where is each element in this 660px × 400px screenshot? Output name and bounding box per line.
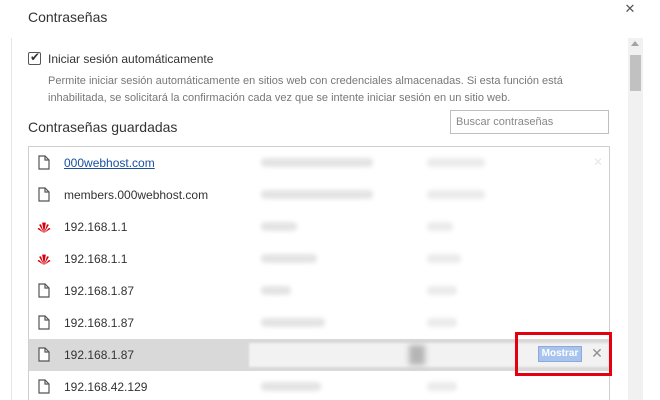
auto-signin-label[interactable]: Iniciar sesión automáticamente [48, 52, 213, 66]
page-icon [38, 155, 50, 170]
site-name: 192.168.1.1 [64, 252, 128, 266]
remove-icon[interactable]: ✕ [593, 155, 603, 169]
scroll-up-arrow-icon[interactable] [631, 41, 639, 46]
password-blurred [427, 222, 453, 231]
password-blurred [427, 382, 457, 391]
table-row[interactable]: 000webhost.com ✕ [29, 147, 609, 179]
site-link[interactable]: 000webhost.com [64, 156, 155, 170]
saved-passwords-title: Contraseñas guardadas [28, 119, 178, 135]
annotation-highlight-box [515, 332, 612, 376]
table-row[interactable]: 192.168.1.1 [29, 243, 609, 275]
username-blurred [261, 382, 321, 391]
passwords-dialog: Contraseñas ✕ ✔ Iniciar sesión automátic… [0, 0, 660, 400]
password-blurred [427, 318, 457, 327]
huawei-logo-icon [37, 222, 51, 233]
site-name: 192.168.42.129 [64, 380, 148, 394]
table-row[interactable]: members.000webhost.com [29, 179, 609, 211]
search-passwords-input[interactable] [450, 110, 609, 134]
scrollbar[interactable] [628, 38, 643, 400]
page-icon [38, 347, 50, 362]
checkmark-icon: ✔ [30, 50, 41, 64]
username-blurred [261, 318, 325, 327]
username-blurred [261, 222, 297, 231]
password-field-blurred [409, 345, 425, 365]
dialog-title: Contraseñas [28, 9, 108, 25]
auto-signin-description: Permite iniciar sesión automáticamente e… [48, 75, 563, 104]
site-name: 192.168.1.87 [64, 316, 135, 330]
username-blurred [261, 158, 373, 167]
username-blurred [261, 190, 373, 199]
password-blurred [427, 286, 457, 295]
site-name: members.000webhost.com [64, 188, 209, 202]
scrollbar-thumb[interactable] [630, 55, 641, 91]
table-row[interactable]: 192.168.1.87 [29, 275, 609, 307]
huawei-logo-icon [37, 254, 51, 265]
page-icon [38, 315, 50, 330]
page-icon [38, 379, 50, 394]
table-row[interactable]: 192.168.1.1 [29, 211, 609, 243]
site-name: 192.168.1.87 [64, 284, 135, 298]
username-blurred [261, 286, 291, 295]
password-blurred [427, 158, 485, 167]
site-name: 192.168.1.87 [64, 348, 135, 362]
site-name: 192.168.1.1 [64, 220, 128, 234]
dialog-divider [11, 38, 12, 400]
page-icon [38, 187, 50, 202]
password-blurred [427, 190, 485, 199]
close-icon[interactable]: ✕ [623, 2, 637, 16]
auto-signin-checkbox[interactable]: ✔ [28, 50, 41, 65]
page-icon [38, 283, 50, 298]
username-blurred [261, 254, 317, 263]
password-blurred [427, 254, 461, 263]
